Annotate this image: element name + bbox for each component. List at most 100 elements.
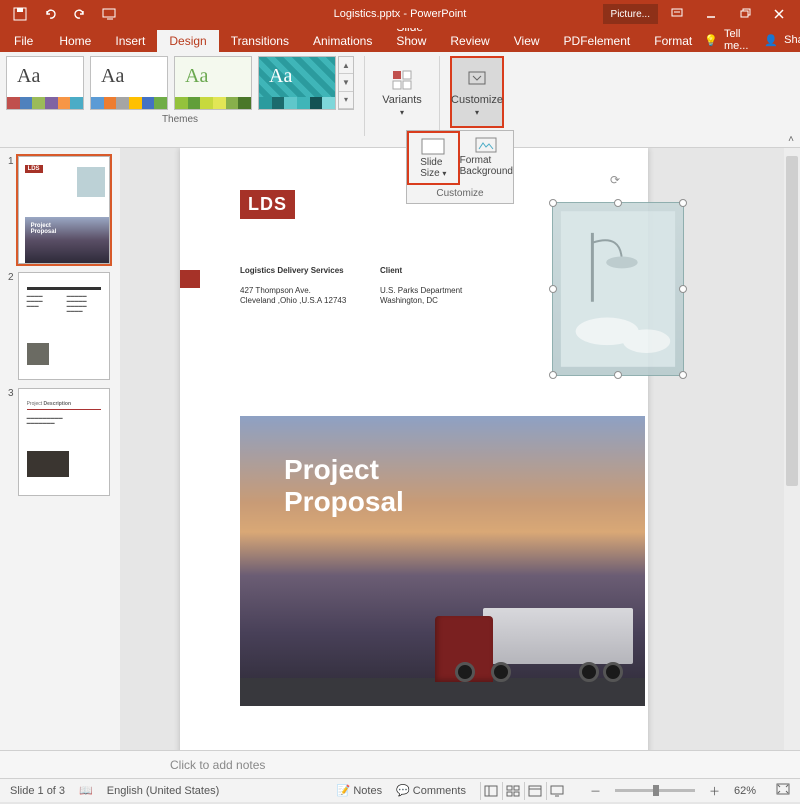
start-from-beginning-icon[interactable] [102,6,118,22]
tab-format[interactable]: Format [642,30,704,52]
notes-button[interactable]: 📝 Notes [337,784,382,797]
tab-animations[interactable]: Animations [301,30,384,52]
undo-icon[interactable] [42,6,58,22]
slide-thumbnail-1[interactable]: LDS ProjectProposal [18,156,110,264]
slide-thumbnail-3[interactable]: Project Description ▬▬▬▬▬▬▬▬▬▬▬▬▬▬▬▬ [18,388,110,496]
format-background-label: FormatBackground [460,155,513,177]
customize-dropdown: SlideSize ▾ FormatBackground Customize [406,130,514,204]
zoom-level[interactable]: 62% [734,785,756,797]
tab-transitions[interactable]: Transitions [219,30,301,52]
reading-view-icon[interactable] [524,782,546,800]
status-bar: Slide 1 of 3 📖 English (United States) 📝… [0,778,800,802]
share-button[interactable]: Share [784,34,800,46]
resize-handle[interactable] [549,285,557,293]
format-background-button[interactable]: FormatBackground [460,131,513,185]
resize-handle[interactable] [549,371,557,379]
customize-icon [465,68,489,92]
zoom-in-icon[interactable]: ＋ [709,783,720,799]
theme-scroll[interactable]: ▲▼▾ [338,56,354,110]
fit-to-window-icon[interactable] [776,783,790,798]
slide-count: Slide 1 of 3 [10,785,65,797]
zoom-slider[interactable] [615,789,695,792]
normal-view-icon[interactable] [480,782,502,800]
resize-handle[interactable] [614,371,622,379]
slide-thumbnail-pane[interactable]: 1 LDS ProjectProposal 2 ▬▬▬▬▬▬▬▬▬▬▬ ▬▬▬▬… [0,148,120,750]
view-buttons [480,782,568,800]
resize-handle[interactable] [679,285,687,293]
restore-icon[interactable] [730,0,760,28]
hero-title: ProjectProposal [240,416,645,518]
tab-review[interactable]: Review [438,30,501,52]
variants-button[interactable]: Variants ▾ [375,56,429,128]
dropdown-group-label: Customize [407,185,513,203]
tab-design[interactable]: Design [157,30,218,52]
tab-file[interactable]: File [0,30,47,52]
company-name: Logistics Delivery Services [240,266,344,275]
address-line-1: 427 Thompson Ave. [240,286,311,295]
workspace: 1 LDS ProjectProposal 2 ▬▬▬▬▬▬▬▬▬▬▬ ▬▬▬▬… [0,148,800,750]
thumb-num-2: 2 [8,272,14,380]
customize-button[interactable]: Customize ▾ [450,56,504,128]
vertical-scrollbar[interactable] [784,148,800,750]
thumb-num-1: 1 [8,156,14,264]
comments-button[interactable]: 💬 Comments [396,784,466,797]
share-icon: 👤 [764,34,778,47]
company-logo: LDS [240,190,295,219]
slide-canvas-area[interactable]: LDS Logistics Delivery Services 427 Thom… [120,148,800,750]
rotate-handle-icon[interactable]: ⟳ [610,173,626,189]
truck-icon [413,582,633,682]
notes-pane[interactable]: Click to add notes [0,750,800,778]
ribbon-panel: Aa Aa Aa Aa ▲▼▾ Themes [0,52,800,148]
theme-tile-2[interactable]: Aa [90,56,168,110]
resize-handle[interactable] [614,199,622,207]
zoom-out-icon[interactable]: － [590,783,601,799]
collapse-ribbon-icon[interactable]: ˄ [788,134,794,145]
title-right-controls: Picture... [603,0,800,28]
selected-image[interactable]: ⟳ [552,202,684,376]
resize-handle[interactable] [549,199,557,207]
slideshow-view-icon[interactable] [546,782,568,800]
ribbon-options-icon[interactable] [662,0,692,28]
client-line-1: U.S. Parks Department [380,286,462,295]
close-icon[interactable] [764,0,794,28]
contextual-tab-label[interactable]: Picture... [603,4,658,24]
slide: LDS Logistics Delivery Services 427 Thom… [180,148,648,750]
minimize-icon[interactable] [696,0,726,28]
customize-label: Customize [451,94,503,106]
save-icon[interactable] [12,6,28,22]
spellcheck-icon[interactable]: 📖 [79,784,93,797]
lightbulb-icon: 💡 [704,34,718,47]
quick-access-toolbar [0,0,118,28]
theme-tile-4[interactable]: Aa [258,56,336,110]
tab-home[interactable]: Home [47,30,103,52]
resize-handle[interactable] [679,371,687,379]
slide-thumbnail-2[interactable]: ▬▬▬▬▬▬▬▬▬▬▬ ▬▬▬▬▬▬▬▬▬▬▬▬▬▬▬▬▬▬▬ [18,272,110,380]
themes-group-label: Themes [6,114,354,125]
themes-group: Aa Aa Aa Aa ▲▼▾ Themes [6,56,354,125]
theme-tile-3[interactable]: Aa [174,56,252,110]
resize-handle[interactable] [679,199,687,207]
tab-pdfelement[interactable]: PDFelement [552,30,643,52]
client-label: Client [380,266,402,275]
slide-size-button[interactable]: SlideSize ▾ [407,131,460,185]
window-title: Logistics.pptx - PowerPoint [334,8,467,20]
address-line-2: Cleveland ,Ohio ,U.S.A 12743 [240,296,346,305]
thumb-num-3: 3 [8,388,14,496]
tab-insert[interactable]: Insert [103,30,157,52]
tab-view[interactable]: View [502,30,552,52]
redo-icon[interactable] [72,6,88,22]
slide-size-label: SlideSize ▾ [420,157,446,179]
variants-icon [390,68,414,92]
tell-me[interactable]: Tell me... [724,28,748,52]
slide-size-icon [420,137,446,157]
language[interactable]: English (United States) [107,785,220,797]
hero-image: ProjectProposal [240,416,645,706]
theme-gallery[interactable]: Aa Aa Aa Aa [6,56,336,110]
client-line-2: Washington, DC [380,296,438,305]
ribbon-tabs: File Home Insert Design Transitions Anim… [0,28,800,52]
interior-photo-icon [553,203,683,375]
sorter-view-icon[interactable] [502,782,524,800]
theme-tile-1[interactable]: Aa [6,56,84,110]
red-accent-tab [180,270,200,288]
variants-label: Variants [382,94,422,106]
